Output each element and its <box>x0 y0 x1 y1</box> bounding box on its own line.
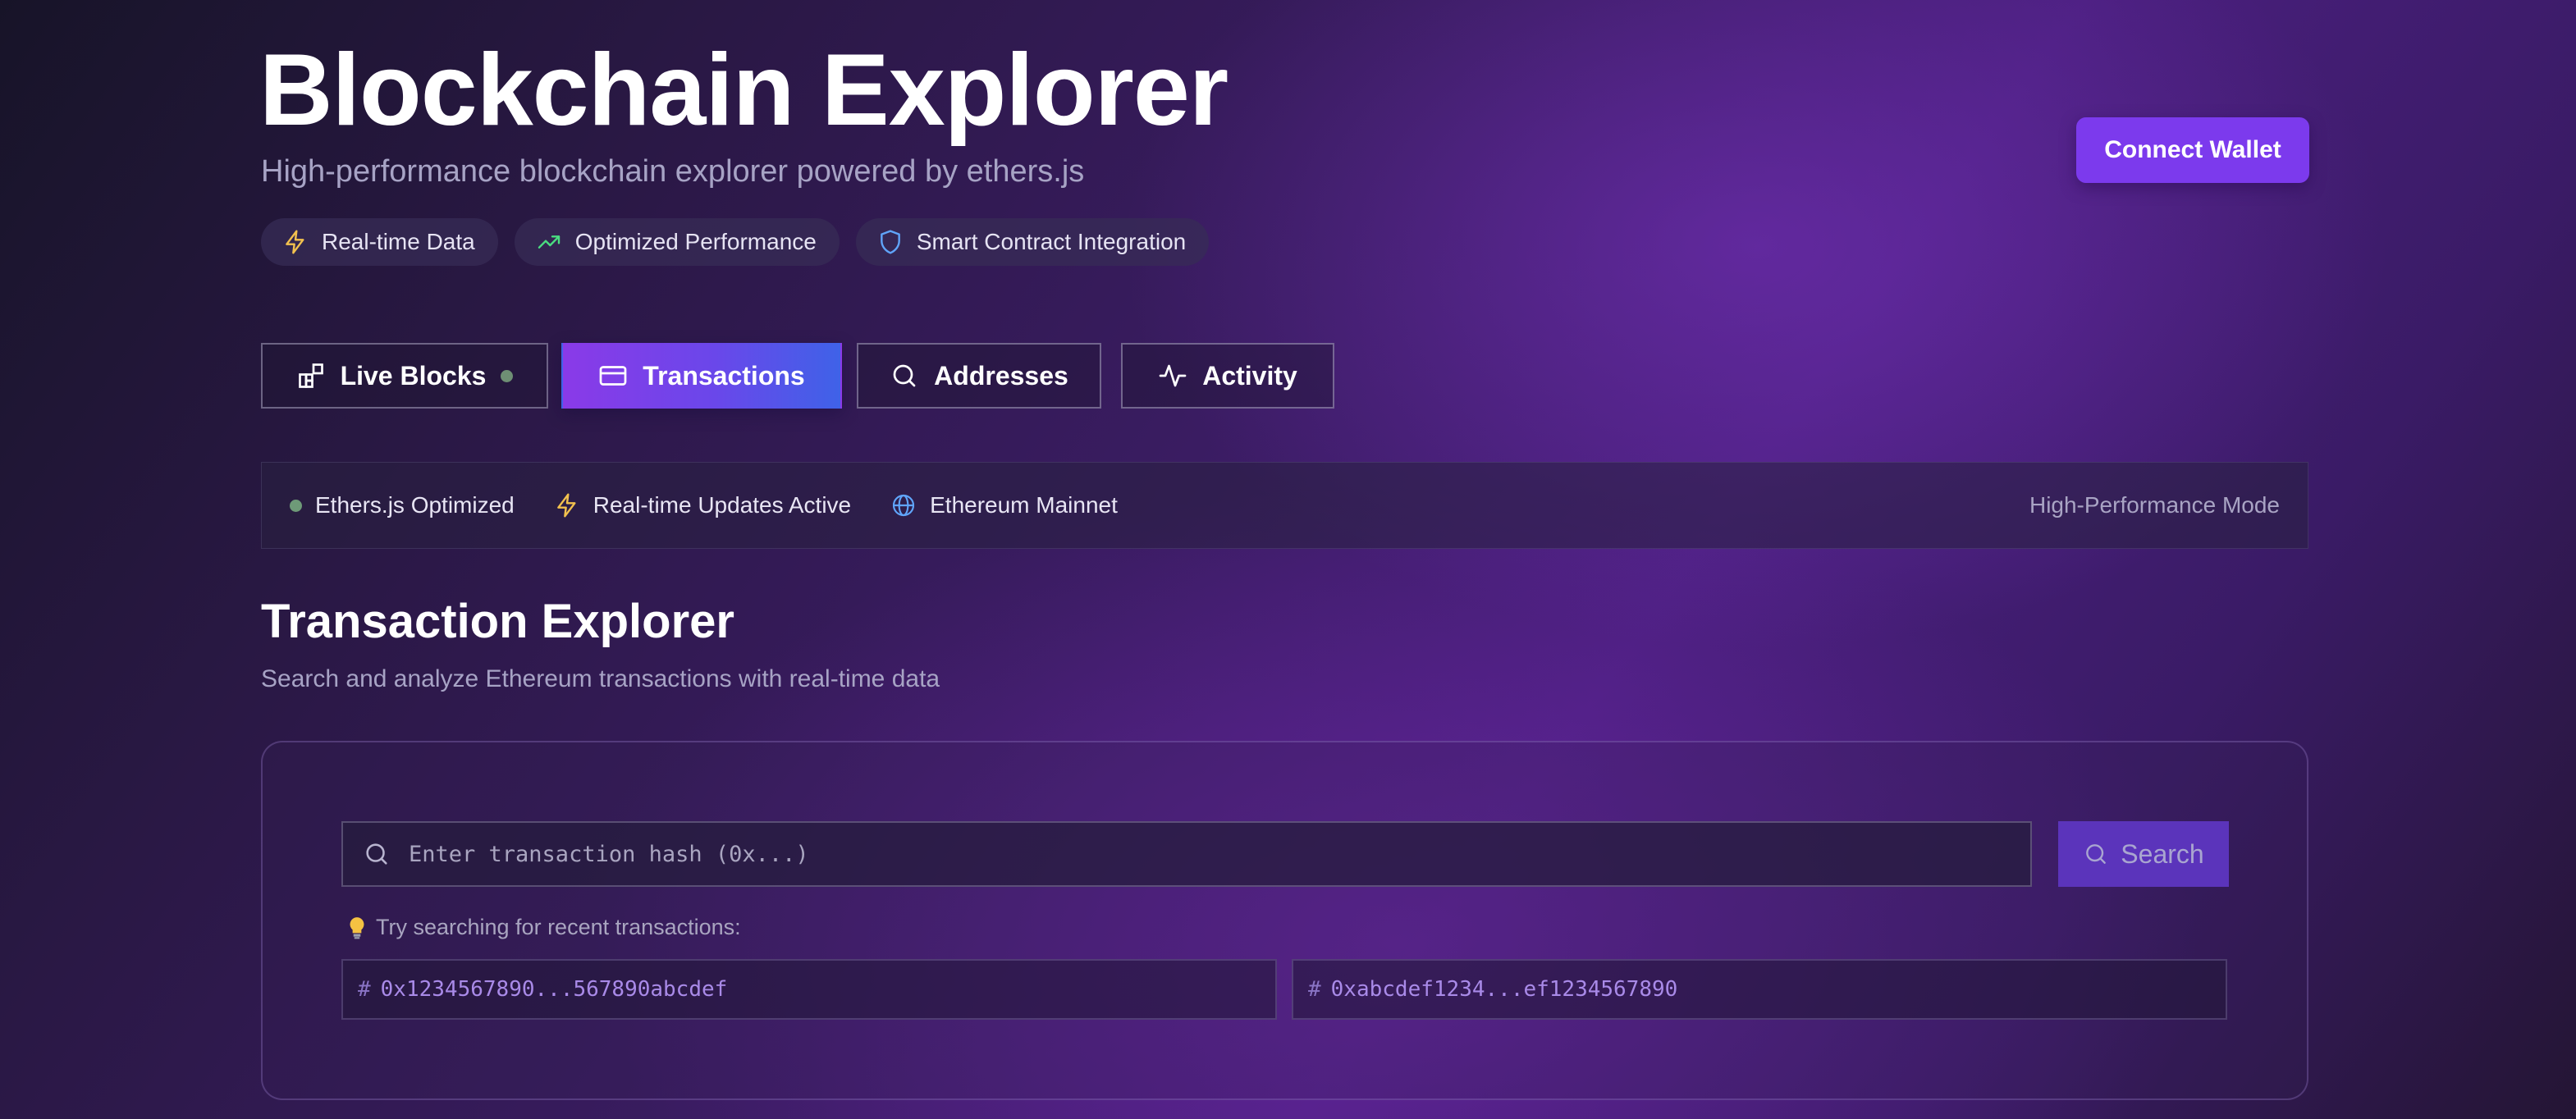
suggestion-item[interactable]: # 0xabcdef1234...ef1234567890 <box>1292 959 2227 1020</box>
tab-activity[interactable]: Activity <box>1121 343 1334 409</box>
performance-mode-label: High-Performance Mode <box>2029 492 2280 518</box>
activity-icon <box>1159 364 1187 387</box>
search-field <box>341 821 2032 887</box>
shield-icon <box>880 230 900 254</box>
search-hint: Try searching for recent transactions: <box>346 915 741 940</box>
search-icon <box>366 843 387 865</box>
status-label: Real-time Updates Active <box>593 492 852 518</box>
blocks-icon <box>298 363 323 388</box>
tab-label: Live Blocks <box>340 360 487 391</box>
feature-pill-label: Optimized Performance <box>574 229 817 254</box>
tab-label: Transactions <box>643 360 805 391</box>
tab-label: Activity <box>1202 360 1297 391</box>
connect-wallet-button[interactable]: Connect Wallet <box>2076 117 2309 183</box>
card-icon <box>599 366 627 386</box>
suggestion-hash: 0x1234567890...567890abcdef <box>380 977 728 1002</box>
search-icon <box>893 364 916 387</box>
status-bar: Ethers.js Optimized Real-time Updates Ac… <box>261 462 2308 549</box>
suggestion-list: # 0x1234567890...567890abcdef # 0xabcdef… <box>341 959 2227 1020</box>
live-indicator-dot <box>501 369 514 382</box>
search-button-label: Search <box>2121 838 2204 869</box>
section-title: Transaction Explorer <box>261 595 734 648</box>
lightning-icon <box>556 493 576 518</box>
status-label: Ethereum Mainnet <box>930 492 1118 518</box>
search-hint-text: Try searching for recent transactions: <box>376 915 741 939</box>
feature-pills: Real-time Data Optimized Performance Sma… <box>261 218 1210 266</box>
tab-addresses[interactable]: Addresses <box>857 343 1101 409</box>
globe-icon <box>893 494 915 517</box>
status-ethers-optimized: Ethers.js Optimized <box>290 492 515 518</box>
search-card: Search Try searching for recent transact… <box>261 741 2308 1100</box>
lightbulb-icon <box>350 916 364 939</box>
trending-up-icon <box>538 235 560 249</box>
feature-pill-label: Smart Contract Integration <box>916 229 1187 254</box>
status-dot-icon <box>290 499 302 512</box>
suggestion-hash: 0xabcdef1234...ef1234567890 <box>1330 977 1678 1002</box>
hash-icon: # <box>1308 977 1321 1002</box>
page-subtitle: High-performance blockchain explorer pow… <box>261 154 1085 189</box>
feature-pill-label: Real-time Data <box>322 229 475 254</box>
feature-pill-performance: Optimized Performance <box>514 218 840 266</box>
tab-live-blocks[interactable]: Live Blocks <box>261 343 548 409</box>
section-subtitle: Search and analyze Ethereum transactions… <box>261 665 940 692</box>
status-realtime-updates: Real-time Updates Active <box>554 492 851 518</box>
search-button[interactable]: Search <box>2058 821 2229 887</box>
feature-pill-smart-contract: Smart Contract Integration <box>855 218 1210 266</box>
status-network: Ethereum Mainnet <box>890 492 1118 518</box>
tab-label: Addresses <box>934 360 1068 391</box>
main-tabs: Live Blocks Transactions Addresses Activ… <box>261 343 1334 409</box>
page-title: Blockchain Explorer <box>259 34 1229 147</box>
status-label: Ethers.js Optimized <box>315 492 515 518</box>
hash-icon: # <box>358 977 371 1002</box>
feature-pill-realtime: Real-time Data <box>261 218 498 266</box>
lightning-icon <box>286 230 304 254</box>
search-input[interactable] <box>409 823 2030 885</box>
tab-transactions[interactable]: Transactions <box>561 343 842 409</box>
search-icon <box>2086 844 2107 864</box>
suggestion-item[interactable]: # 0x1234567890...567890abcdef <box>341 959 1277 1020</box>
